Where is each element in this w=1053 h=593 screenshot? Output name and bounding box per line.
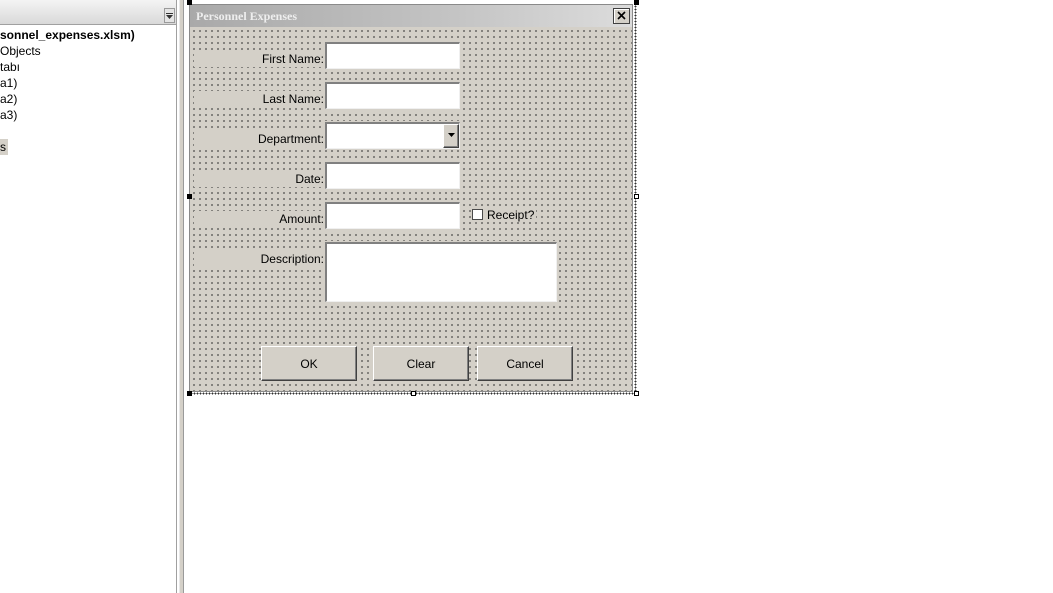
pane-splitter[interactable]: [176, 0, 186, 593]
amount-label: Amount:: [194, 211, 324, 227]
userform-titlebar[interactable]: Personnel Expenses: [190, 5, 632, 27]
department-combobox[interactable]: [325, 122, 460, 149]
selection-edge-bottom: [187, 392, 639, 395]
tree-item-workbook[interactable]: tabı: [0, 59, 20, 75]
tree-item-forms-selected[interactable]: s: [0, 139, 8, 155]
userform-designer: Personnel Expenses First Name: Last Name…: [186, 0, 1053, 593]
ok-button[interactable]: OK: [261, 346, 357, 381]
close-button[interactable]: [613, 8, 630, 24]
description-textbox[interactable]: [325, 242, 557, 302]
clear-button[interactable]: Clear: [373, 346, 469, 381]
cancel-button[interactable]: Cancel: [477, 346, 573, 381]
close-x-icon: [617, 11, 626, 20]
userform-title: Personnel Expenses: [196, 9, 298, 23]
userform-window[interactable]: Personnel Expenses First Name: Last Name…: [189, 4, 633, 392]
project-explorer: sonnel_expenses.xlsm) Objects tabı a1) a…: [0, 0, 176, 593]
chevron-down-icon: [166, 13, 173, 19]
dropdown-arrow-icon: [448, 133, 455, 137]
department-dropdown-button[interactable]: [443, 124, 459, 148]
last-name-textbox[interactable]: [325, 82, 460, 109]
tree-item-sheet3[interactable]: a3): [0, 107, 17, 123]
first-name-textbox[interactable]: [325, 42, 460, 69]
toolbar-dropdown-button[interactable]: [164, 8, 175, 23]
tree-item-sheet1[interactable]: a1): [0, 75, 17, 91]
tree-item-sheet2[interactable]: a2): [0, 91, 17, 107]
amount-input[interactable]: [327, 204, 459, 228]
date-label: Date:: [194, 171, 324, 187]
resize-handle-bottom-right[interactable]: [634, 391, 639, 396]
selection-edge-right: [634, 2, 637, 395]
date-textbox[interactable]: [325, 162, 460, 189]
first-name-label: First Name:: [194, 51, 324, 67]
resize-handle-top-right: [634, 0, 639, 5]
description-label: Description:: [194, 251, 324, 267]
amount-textbox[interactable]: [325, 202, 460, 229]
tree-item-objects[interactable]: Objects: [0, 43, 41, 59]
first-name-input[interactable]: [327, 44, 459, 68]
date-input[interactable]: [327, 164, 459, 188]
department-label: Department:: [194, 131, 324, 147]
resize-handle-middle-right[interactable]: [634, 194, 639, 199]
userform-client-area[interactable]: First Name: Last Name: Department: Date:…: [190, 27, 632, 391]
receipt-label[interactable]: Receipt?: [485, 208, 537, 222]
tree-item-project[interactable]: sonnel_expenses.xlsm): [0, 27, 135, 43]
department-input[interactable]: [327, 124, 459, 148]
description-input[interactable]: [327, 244, 556, 301]
last-name-input[interactable]: [327, 84, 459, 108]
project-explorer-toolbar: [0, 0, 176, 25]
vba-editor-window: sonnel_expenses.xlsm) Objects tabı a1) a…: [0, 0, 1053, 593]
receipt-checkbox[interactable]: [472, 209, 483, 220]
last-name-label: Last Name:: [194, 91, 324, 107]
